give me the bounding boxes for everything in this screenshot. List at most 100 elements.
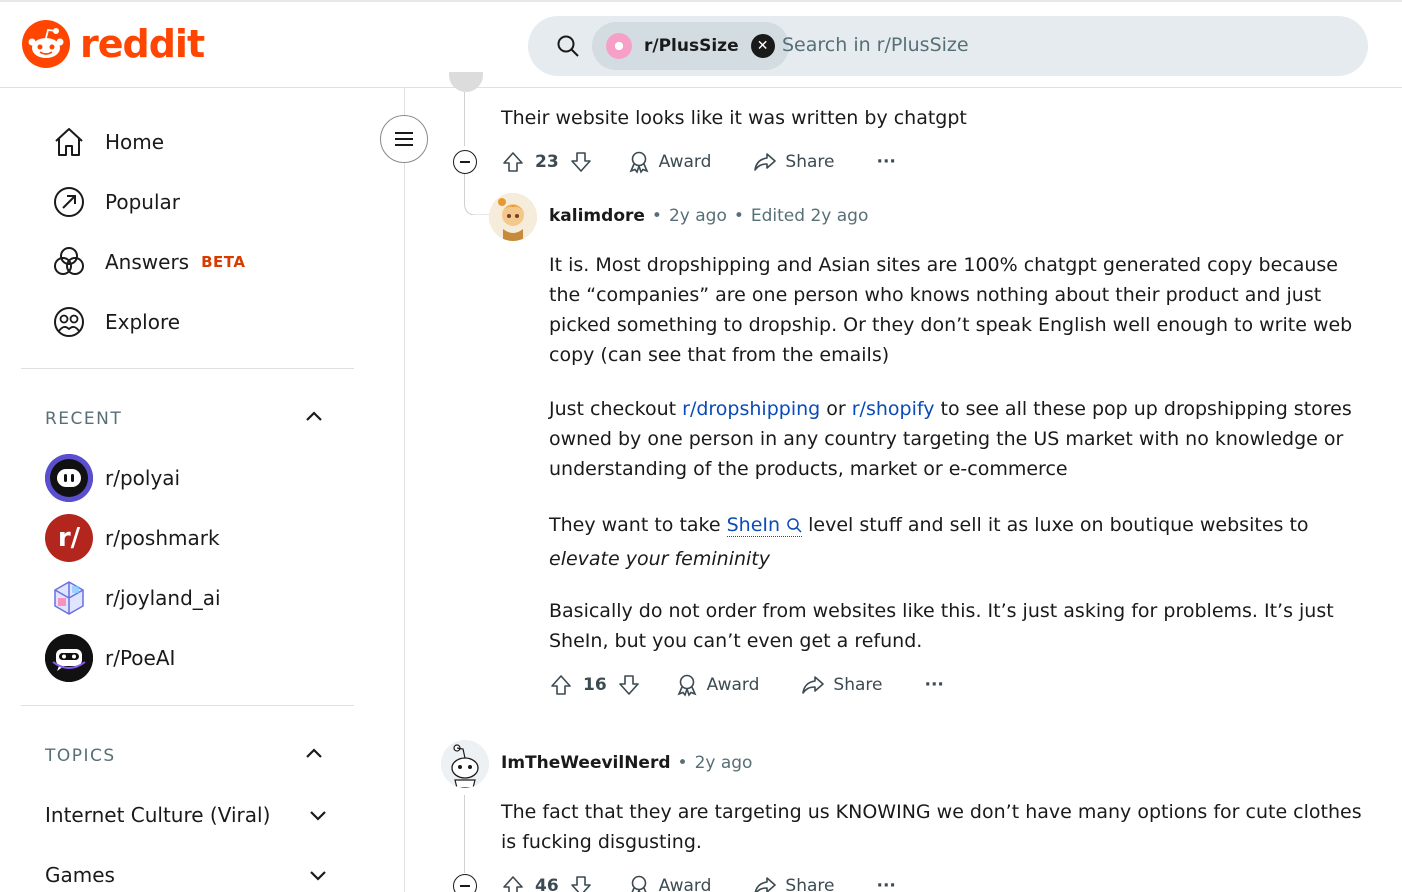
- share-label: Share: [833, 675, 883, 695]
- vote-count: 46: [535, 876, 559, 892]
- more-options-icon[interactable]: ···: [924, 675, 943, 695]
- comment-meta: kalimdore • 2y ago • Edited 2y ago: [549, 206, 868, 226]
- award-icon: [631, 875, 647, 892]
- award-icon: [677, 674, 697, 697]
- reddit-logo[interactable]: reddit: [22, 20, 205, 68]
- nav-popular[interactable]: Popular: [52, 182, 180, 222]
- edited-label: Edited 2y ago: [750, 206, 869, 226]
- recent-item-joyland[interactable]: r/joyland_ai: [45, 574, 221, 622]
- sidebar-divider: [21, 705, 354, 706]
- more-options-icon[interactable]: ···: [876, 876, 895, 892]
- thread-line[interactable]: [464, 795, 465, 873]
- user-avatar[interactable]: [441, 740, 489, 788]
- chevron-down-icon[interactable]: [306, 803, 330, 827]
- recent-item-poshmark[interactable]: r/ r/poshmark: [45, 514, 220, 562]
- subreddit-link-dropshipping[interactable]: r/dropshipping: [682, 398, 820, 420]
- meta-separator: •: [677, 753, 688, 773]
- recent-item-poeai[interactable]: r/PoeAI: [45, 634, 175, 682]
- chevron-up-icon[interactable]: [302, 742, 326, 766]
- recent-label: r/PoeAI: [105, 646, 176, 670]
- popular-icon: [54, 187, 84, 217]
- user-avatar[interactable]: [449, 72, 483, 92]
- chevron-up-icon[interactable]: [302, 405, 326, 429]
- comment-username[interactable]: kalimdore: [549, 206, 645, 226]
- subreddit-filter-chip[interactable]: r/PlusSize ✕: [592, 22, 789, 70]
- thread-branch: [464, 185, 492, 215]
- recent-label: r/joyland_ai: [105, 586, 221, 610]
- comment-meta: ImTheWeevilNerd • 2y ago: [501, 753, 752, 773]
- more-options-icon[interactable]: ···: [876, 152, 895, 172]
- snoo-avatar-icon: [489, 193, 537, 241]
- share-button[interactable]: Share: [753, 874, 834, 892]
- vote-count: 23: [535, 152, 559, 172]
- topic-label: Games: [45, 863, 115, 887]
- topic-internet-culture[interactable]: Internet Culture (Viral): [45, 800, 330, 830]
- close-icon[interactable]: ✕: [750, 34, 775, 58]
- italic-text: elevate your femininity: [549, 548, 770, 570]
- nav-explore[interactable]: Explore: [52, 302, 180, 342]
- comment-time: 2y ago: [668, 206, 727, 226]
- polyai-avatar: [45, 454, 93, 502]
- meta-separator: •: [733, 206, 744, 226]
- share-icon: [802, 676, 825, 694]
- logo-wordmark: reddit: [80, 22, 205, 66]
- meta-separator: •: [651, 206, 662, 226]
- recent-label: r/poshmark: [105, 526, 220, 550]
- award-icon: [629, 151, 649, 174]
- text-span: They want to take: [549, 514, 727, 536]
- award-button[interactable]: Award: [627, 150, 711, 174]
- share-button[interactable]: Share: [753, 150, 834, 174]
- share-button[interactable]: Share: [801, 673, 882, 697]
- nav-label: Explore: [105, 310, 181, 334]
- poe-icon: [45, 634, 93, 682]
- award-label: Award: [658, 876, 712, 892]
- menu-icon: [395, 132, 413, 146]
- share-label: Share: [785, 876, 835, 892]
- topics-section-title: TOPICS: [45, 746, 116, 766]
- search-input[interactable]: Search in r/PlusSize: [782, 34, 969, 56]
- topic-games[interactable]: Games: [45, 860, 330, 890]
- downvote-icon[interactable]: [617, 673, 641, 697]
- upvote-icon[interactable]: [501, 150, 525, 174]
- award-button[interactable]: Award: [627, 874, 712, 892]
- poshmark-avatar: r/: [45, 514, 93, 562]
- upvote-icon[interactable]: [501, 874, 525, 892]
- left-sidebar: Home Popular Answers BETA Explore RECENT: [0, 88, 405, 892]
- answers-icon: [54, 247, 84, 275]
- user-avatar[interactable]: [489, 193, 537, 241]
- chevron-down-icon[interactable]: [306, 863, 330, 887]
- share-icon: [755, 877, 777, 892]
- collapse-thread-icon[interactable]: [453, 874, 477, 892]
- comment-username[interactable]: ImTheWeevilNerd: [501, 753, 671, 773]
- thread-line[interactable]: [464, 92, 465, 146]
- downvote-icon[interactable]: [569, 874, 593, 892]
- search-term-link[interactable]: SheIn: [726, 514, 803, 537]
- nav-label: Home: [105, 130, 165, 154]
- comment-body: The fact that they are targeting us KNOW…: [501, 801, 1362, 853]
- subreddit-avatar: [606, 33, 632, 59]
- comment-paragraph: Just checkout r/dropshipping or r/shopif…: [549, 394, 1364, 484]
- search-term-label: SheIn: [726, 514, 781, 536]
- nav-answers[interactable]: Answers BETA: [52, 242, 245, 282]
- search-icon: [787, 518, 802, 533]
- nav-label: Answers: [105, 250, 190, 274]
- collapse-sidebar-button[interactable]: [380, 115, 428, 163]
- search-icon: [557, 35, 579, 57]
- search-bar[interactable]: r/PlusSize ✕ Search in r/PlusSize: [528, 16, 1368, 76]
- comment-actions: 16 Award Share ···: [549, 670, 944, 700]
- nav-label: Popular: [105, 190, 180, 214]
- award-button[interactable]: Award: [675, 673, 759, 697]
- comment-paragraph: Basically do not order from websites lik…: [549, 600, 1334, 652]
- text-span: or: [820, 398, 852, 420]
- downvote-icon[interactable]: [569, 150, 593, 174]
- subreddit-link-shopify[interactable]: r/shopify: [852, 398, 935, 420]
- collapse-thread-icon[interactable]: [453, 150, 477, 174]
- snoo-avatar-icon: [441, 740, 489, 788]
- comment-body: Their website looks like it was written …: [501, 107, 967, 129]
- recent-item-polyai[interactable]: r/polyai: [45, 454, 180, 502]
- nav-home[interactable]: Home: [52, 122, 164, 162]
- home-icon: [55, 128, 83, 156]
- cube-icon: [54, 581, 84, 615]
- polyai-icon: [45, 454, 93, 502]
- upvote-icon[interactable]: [549, 673, 573, 697]
